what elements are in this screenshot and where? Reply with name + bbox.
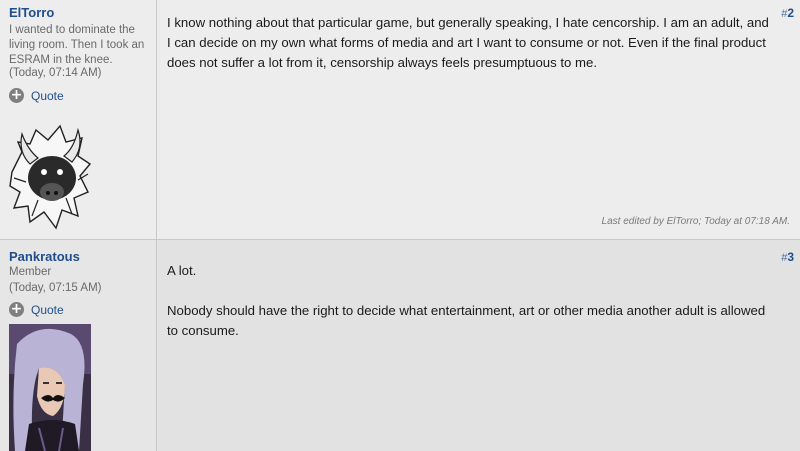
user-title: I wanted to dominate the living room. Th… [9, 24, 145, 66]
plus-icon: + [9, 87, 24, 103]
post-time: (Today, 07:14 AM) [9, 67, 102, 79]
post-number[interactable]: #3 [781, 250, 794, 264]
quote-label: Quote [31, 88, 64, 103]
post-paragraph: A lot. [167, 263, 197, 278]
edited-note: Last edited by ElTorro; Today at 07:18 A… [601, 216, 790, 227]
post-number-value: 2 [787, 6, 794, 20]
username-link[interactable]: ElTorro [9, 5, 54, 20]
post-number-value: 3 [787, 250, 794, 264]
username-link[interactable]: Pankratous [9, 249, 80, 264]
post-time: (Today, 07:15 AM) [9, 282, 102, 294]
avatar[interactable] [8, 112, 92, 232]
post-body: A lot. Nobody should have the right to d… [167, 261, 770, 341]
quote-button[interactable]: + Quote [9, 88, 64, 103]
post-paragraph: I know nothing about that particular gam… [167, 15, 769, 70]
quote-label: Quote [31, 302, 64, 317]
post-2: ElTorro I wanted to dominate the living … [0, 0, 800, 240]
plus-icon: + [9, 301, 24, 317]
post-paragraph: Nobody should have the right to decide w… [167, 303, 766, 338]
post-body: I know nothing about that particular gam… [167, 13, 770, 73]
post-3: Pankratous Member (Today, 07:15 AM) + Qu… [0, 240, 800, 451]
avatar[interactable] [9, 324, 91, 451]
post-number[interactable]: #2 [781, 6, 794, 20]
user-info-panel: Pankratous Member (Today, 07:15 AM) + Qu… [0, 240, 157, 451]
user-info-panel: ElTorro I wanted to dominate the living … [0, 0, 157, 239]
user-title: Member [9, 266, 52, 278]
quote-button[interactable]: + Quote [9, 302, 64, 317]
